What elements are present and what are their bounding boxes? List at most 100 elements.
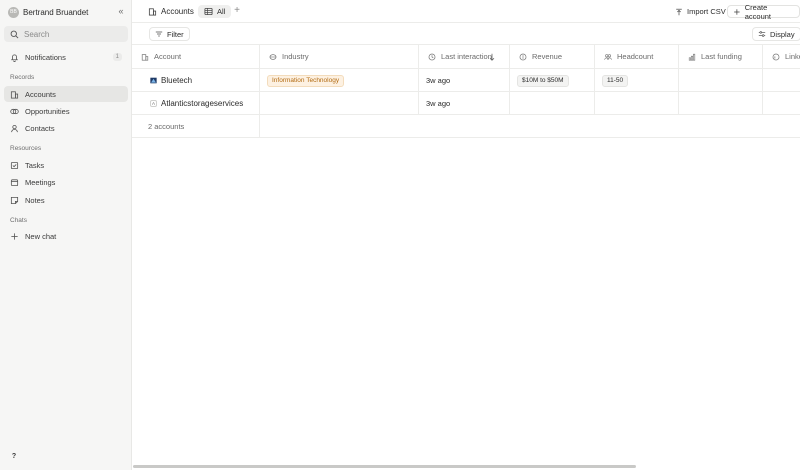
account-cell[interactable]: A Atlanticstorageservices (132, 92, 260, 115)
target-icon (10, 108, 19, 114)
sort-descending-icon[interactable] (488, 53, 496, 61)
user-icon (11, 124, 18, 132)
headcount-cell[interactable]: 11-50 (595, 69, 679, 92)
linkedin-cell[interactable] (763, 69, 800, 92)
breadcrumb-label: Accounts (161, 6, 194, 16)
column-header-last-interaction[interactable]: Last interaction (419, 45, 510, 69)
create-account-label: Create account (744, 2, 772, 21)
revenue-cell[interactable]: $10M to $50M (510, 69, 595, 92)
top-bar: Accounts All + Import CSV Create account (132, 0, 800, 23)
calendar-icon (10, 178, 19, 186)
column-header-label: Industry (282, 52, 309, 61)
add-view-button[interactable]: + (232, 5, 242, 17)
headcount-chip: 11-50 (602, 74, 629, 87)
view-tab-all[interactable]: All (198, 5, 232, 18)
upload-icon (676, 8, 682, 15)
user-name: Bertrand Bruandet (23, 7, 89, 17)
new-chat-label: New chat (25, 231, 57, 241)
column-header-account[interactable]: Account (132, 45, 260, 69)
sliders-icon (758, 31, 766, 37)
notifications-count-badge: 1 (112, 53, 122, 61)
last-interaction-value: 3w ago (426, 99, 451, 108)
last-funding-cell[interactable] (679, 69, 763, 92)
column-header-label: Account (154, 52, 182, 61)
plus-icon (11, 232, 18, 240)
sidebar-item-notes[interactable]: Notes (4, 192, 128, 208)
bluetech-logo-icon (150, 77, 157, 84)
column-header-label: Last interaction (441, 52, 492, 61)
sidebar-item-meetings[interactable]: Meetings (4, 174, 128, 190)
checkbox-icon (10, 161, 19, 169)
last-interaction-value: 3w ago (426, 76, 451, 85)
column-header-label: Headcount (617, 52, 654, 61)
account-name: Atlanticstorageservices (161, 99, 244, 108)
table-icon (204, 7, 213, 16)
last-funding-cell[interactable] (679, 92, 763, 115)
table-footer: 2 accounts (132, 115, 800, 138)
dollar-circle-icon (519, 53, 527, 60)
user-menu[interactable]: BB Bertrand Bruandet (8, 4, 88, 20)
last-interaction-cell[interactable]: 3w ago (419, 92, 510, 115)
linkedin-cell[interactable] (763, 92, 800, 115)
resources-section-label: Resources (10, 145, 42, 152)
people-icon (604, 53, 612, 60)
chats-section-label: Chats (10, 217, 27, 224)
column-header-last-funding[interactable]: Last funding (679, 45, 763, 69)
column-header-label: Linked (785, 52, 800, 61)
revenue-cell[interactable] (510, 92, 595, 115)
table-row[interactable]: Bluetech Information Technology 3w ago $… (132, 69, 800, 92)
sidebar-item-label: Notes (25, 195, 45, 205)
import-csv-label: Import CSV (687, 7, 726, 16)
display-label: Display (770, 29, 795, 39)
sidebar-item-accounts[interactable]: Accounts (4, 86, 128, 102)
sidebar-item-tasks[interactable]: Tasks (4, 157, 128, 173)
column-header-revenue[interactable]: Revenue (510, 45, 595, 69)
filter-button[interactable]: Filter (149, 27, 190, 41)
view-tab-label: All (217, 7, 226, 16)
industry-cell[interactable]: Information Technology (260, 69, 419, 92)
industry-chip: Information Technology (267, 74, 345, 87)
create-account-button[interactable]: Create account (727, 2, 800, 21)
sidebar-item-label: Notifications (25, 52, 66, 62)
plus-icon (734, 8, 740, 15)
column-header-label: Revenue (532, 52, 563, 61)
account-cell[interactable]: Bluetech (132, 69, 260, 92)
building-icon (10, 90, 19, 99)
filter-icon (155, 31, 163, 37)
search-icon (10, 30, 19, 38)
industry-cell[interactable] (260, 92, 419, 115)
display-button[interactable]: Display (752, 27, 800, 41)
building-icon (141, 53, 149, 61)
sidebar-item-opportunities[interactable]: Opportunities (4, 103, 128, 119)
search-box[interactable] (4, 26, 128, 42)
clock-icon (428, 53, 436, 60)
sidebar-item-label: Opportunities (25, 106, 70, 116)
sidebar-item-notifications[interactable]: Notifications 1 (4, 49, 128, 65)
record-count-cell: 2 accounts (132, 115, 260, 138)
sidebar-item-label: Contacts (25, 123, 55, 133)
column-header-headcount[interactable]: Headcount (595, 45, 679, 69)
avatar: BB (8, 6, 19, 18)
last-interaction-cell[interactable]: 3w ago (419, 69, 510, 92)
column-header-linkedin[interactable]: Linked (763, 45, 800, 69)
collapse-sidebar-icon[interactable]: « (116, 6, 126, 16)
breadcrumb[interactable]: Accounts (148, 5, 194, 17)
import-csv-button[interactable]: Import CSV (670, 5, 731, 18)
tag-icon (269, 53, 277, 60)
search-input[interactable] (24, 29, 124, 39)
sidebar-item-label: Tasks (25, 160, 45, 170)
column-header-label: Last funding (701, 52, 742, 61)
bell-icon (10, 53, 19, 62)
link-icon (772, 53, 780, 60)
records-section-label: Records (10, 74, 35, 81)
table-row[interactable]: A Atlanticstorageservices 3w ago (132, 92, 800, 115)
bar-chart-icon (688, 53, 696, 61)
horizontal-scrollbar[interactable] (133, 465, 636, 468)
sidebar-item-contacts[interactable]: Contacts (4, 120, 128, 136)
headcount-cell[interactable] (595, 92, 679, 115)
building-icon (148, 7, 157, 16)
view-toolbar: Filter Display (132, 23, 800, 45)
new-chat-button[interactable]: New chat (4, 228, 128, 244)
help-button[interactable]: ? (8, 451, 20, 463)
column-header-industry[interactable]: Industry (260, 45, 419, 69)
